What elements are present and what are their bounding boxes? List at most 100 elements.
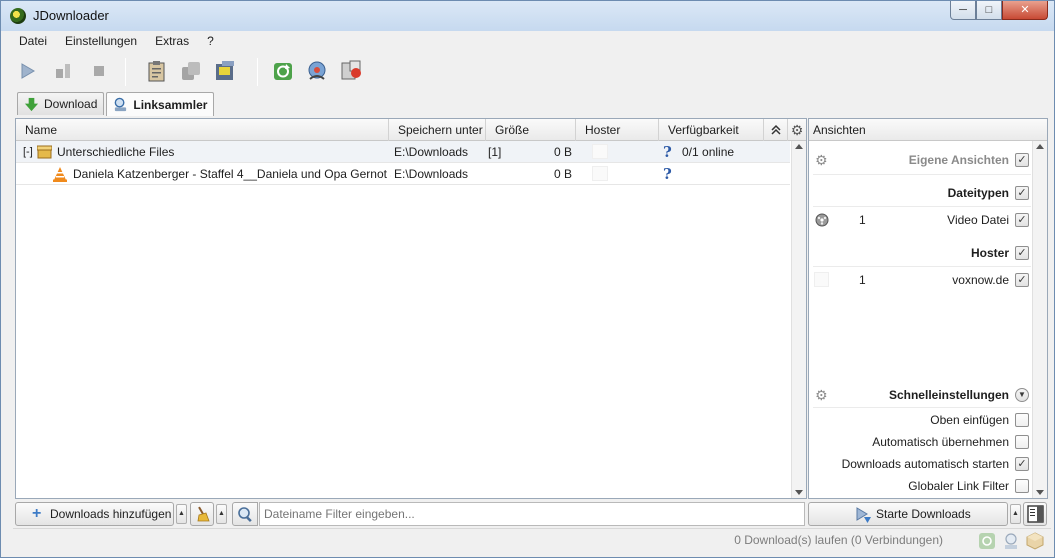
toolbar-separator bbox=[257, 58, 258, 86]
availability-unknown-icon: ? bbox=[663, 143, 672, 161]
update-status-icon[interactable] bbox=[978, 532, 996, 550]
views-vertical-scrollbar[interactable] bbox=[1032, 141, 1047, 498]
jdownloader-logo-icon bbox=[10, 8, 26, 24]
tab-linksammler-label: Linksammler bbox=[133, 97, 208, 112]
filetype-video-count: 1 bbox=[859, 213, 866, 227]
film-reel-icon bbox=[815, 213, 829, 227]
close-button[interactable]: ✕ bbox=[1002, 1, 1048, 20]
filename-filter-input[interactable] bbox=[259, 502, 805, 526]
maximize-button[interactable]: □ bbox=[976, 1, 1002, 20]
title-bar[interactable]: JDownloader ─ □ ✕ bbox=[1, 1, 1054, 31]
cleanup-menu-button[interactable]: ▲ bbox=[216, 504, 227, 524]
sidebar-layout-icon bbox=[1027, 505, 1044, 523]
play-icon[interactable] bbox=[15, 59, 39, 83]
filetype-row-video[interactable]: 1 Video Datei ✓ bbox=[809, 209, 1033, 231]
package-box-icon bbox=[37, 145, 52, 159]
package-save-to: E:\Downloads bbox=[394, 145, 469, 159]
quick-settings-gear-icon[interactable]: ⚙ bbox=[815, 388, 829, 402]
quick-setting-row[interactable]: Oben einfügen ✓ bbox=[809, 409, 1033, 431]
hoster-row-voxnow[interactable]: 1 voxnow.de ✓ bbox=[809, 269, 1033, 291]
file-size: 0 B bbox=[553, 167, 572, 181]
reconnect-globe-icon[interactable] bbox=[305, 59, 329, 83]
status-bar: 0 Download(s) laufen (0 Verbindungen) bbox=[13, 528, 1051, 552]
hoster-checkbox[interactable]: ✓ bbox=[1015, 246, 1029, 260]
table-settings-gear-icon[interactable]: ⚙ bbox=[788, 119, 806, 141]
menu-help[interactable]: ? bbox=[197, 32, 222, 50]
quick-setting-row[interactable]: Downloads automatisch starten ✓ bbox=[809, 453, 1033, 475]
scroll-down-arrow-icon[interactable] bbox=[1036, 490, 1044, 495]
own-views-row[interactable]: ⚙ Eigene Ansichten ✓ bbox=[809, 149, 1033, 171]
column-header-name[interactable]: Name bbox=[16, 119, 389, 141]
status-connections-text: 0 Download(s) laufen (0 Verbindungen) bbox=[734, 533, 943, 547]
column-header-hoster[interactable]: Hoster bbox=[576, 119, 659, 141]
menu-bar: Datei Einstellungen Extras ? bbox=[9, 32, 222, 50]
toolbar-separator bbox=[125, 58, 126, 86]
filter-search-button[interactable] bbox=[232, 502, 258, 526]
package-size: 0 B bbox=[553, 145, 572, 159]
linkgrabber-search-icon bbox=[115, 97, 127, 112]
add-plus-icon: + bbox=[32, 505, 42, 522]
stop-icon[interactable] bbox=[87, 59, 111, 83]
package-expander[interactable]: [-] bbox=[23, 141, 33, 163]
filetype-video-checkbox[interactable]: ✓ bbox=[1015, 213, 1029, 227]
pause-icon[interactable] bbox=[51, 59, 75, 83]
scroll-up-arrow-icon[interactable] bbox=[1036, 144, 1044, 149]
own-views-checkbox[interactable]: ✓ bbox=[1015, 153, 1029, 167]
premium-icon[interactable] bbox=[213, 59, 237, 83]
availability-unknown-icon: ? bbox=[663, 165, 672, 183]
bottom-bar: + Downloads hinzufügen ▲ ▲ Starte Downlo… bbox=[13, 502, 1049, 527]
quick-setting-top-insert-checkbox[interactable]: ✓ bbox=[1015, 413, 1029, 427]
column-header-availability[interactable]: Verfügbarkeit bbox=[659, 119, 764, 141]
menu-einstellungen[interactable]: Einstellungen bbox=[55, 32, 145, 50]
file-name: Daniela Katzenberger - Staffel 4__Daniel… bbox=[73, 167, 391, 181]
table-row-file[interactable]: Daniela Katzenberger - Staffel 4__Daniel… bbox=[16, 163, 790, 185]
cleanup-button[interactable] bbox=[190, 502, 214, 526]
package-status-icon[interactable] bbox=[1026, 532, 1044, 550]
quick-setting-auto-confirm-label: Automatisch übernehmen bbox=[872, 435, 1009, 449]
tab-download[interactable]: Download bbox=[17, 92, 105, 115]
file-hoster-icon bbox=[592, 166, 608, 181]
quick-settings-dropdown-icon[interactable]: ▼ bbox=[1015, 388, 1029, 402]
hoster-voxnow-checkbox[interactable]: ✓ bbox=[1015, 273, 1029, 287]
reconnect-icon[interactable] bbox=[179, 59, 203, 83]
table-row-package[interactable]: [-] Unterschiedliche Files E:\Downloads … bbox=[16, 141, 790, 163]
filetype-video-label: Video Datei bbox=[947, 213, 1009, 227]
package-file-count: [1] bbox=[488, 145, 502, 159]
download-arrow-icon bbox=[24, 97, 39, 111]
tab-download-label: Download bbox=[44, 97, 98, 111]
quick-setting-row[interactable]: Automatisch übernehmen ✓ bbox=[809, 431, 1033, 453]
toggle-sidebar-button[interactable] bbox=[1023, 502, 1047, 526]
add-downloads-menu-button[interactable]: ▲ bbox=[176, 504, 187, 524]
start-downloads-button[interactable]: Starte Downloads bbox=[808, 502, 1008, 526]
scroll-up-arrow-icon[interactable] bbox=[795, 144, 803, 149]
quick-settings-title: Schnelleinstellungen bbox=[888, 388, 1009, 402]
quick-setting-link-filter-checkbox[interactable]: ✓ bbox=[1015, 479, 1029, 493]
own-views-gear-icon[interactable]: ⚙ bbox=[815, 153, 829, 167]
hoster-voxnow-label: voxnow.de bbox=[952, 273, 1009, 287]
file-save-to: E:\Downloads bbox=[394, 167, 469, 181]
filetypes-checkbox[interactable]: ✓ bbox=[1015, 186, 1029, 200]
divider bbox=[813, 266, 1031, 267]
column-header-size[interactable]: Größe bbox=[486, 119, 576, 141]
quick-setting-auto-confirm-checkbox[interactable]: ✓ bbox=[1015, 435, 1029, 449]
tab-linksammler[interactable]: Linksammler bbox=[106, 92, 215, 116]
shutdown-icon[interactable] bbox=[339, 59, 363, 83]
add-downloads-button[interactable]: + Downloads hinzufügen bbox=[15, 502, 174, 526]
filetypes-header-row: Dateitypen ✓ bbox=[809, 182, 1033, 204]
table-vertical-scrollbar[interactable] bbox=[791, 141, 806, 498]
clipboard-icon[interactable] bbox=[145, 59, 169, 83]
quick-setting-auto-start-checkbox[interactable]: ✓ bbox=[1015, 457, 1029, 471]
quick-setting-row[interactable]: Globaler Link Filter ✓ bbox=[809, 475, 1033, 497]
scroll-down-arrow-icon[interactable] bbox=[795, 490, 803, 495]
start-downloads-menu-button[interactable]: ▲ bbox=[1010, 504, 1021, 524]
quick-settings-header-row[interactable]: ⚙ Schnelleinstellungen ▼ bbox=[809, 384, 1033, 406]
menu-datei[interactable]: Datei bbox=[9, 32, 55, 50]
linkgrabber-status-icon[interactable] bbox=[1002, 532, 1020, 550]
minimize-button[interactable]: ─ bbox=[950, 1, 976, 20]
views-panel: Ansichten ⚙ Eigene Ansichten ✓ Dateitype… bbox=[808, 118, 1048, 499]
menu-extras[interactable]: Extras bbox=[145, 32, 197, 50]
update-icon[interactable] bbox=[271, 59, 295, 83]
hoster-voxnow-count: 1 bbox=[859, 273, 866, 287]
column-header-save-to[interactable]: Speichern unter bbox=[389, 119, 486, 141]
column-collapse-button[interactable] bbox=[764, 119, 788, 141]
